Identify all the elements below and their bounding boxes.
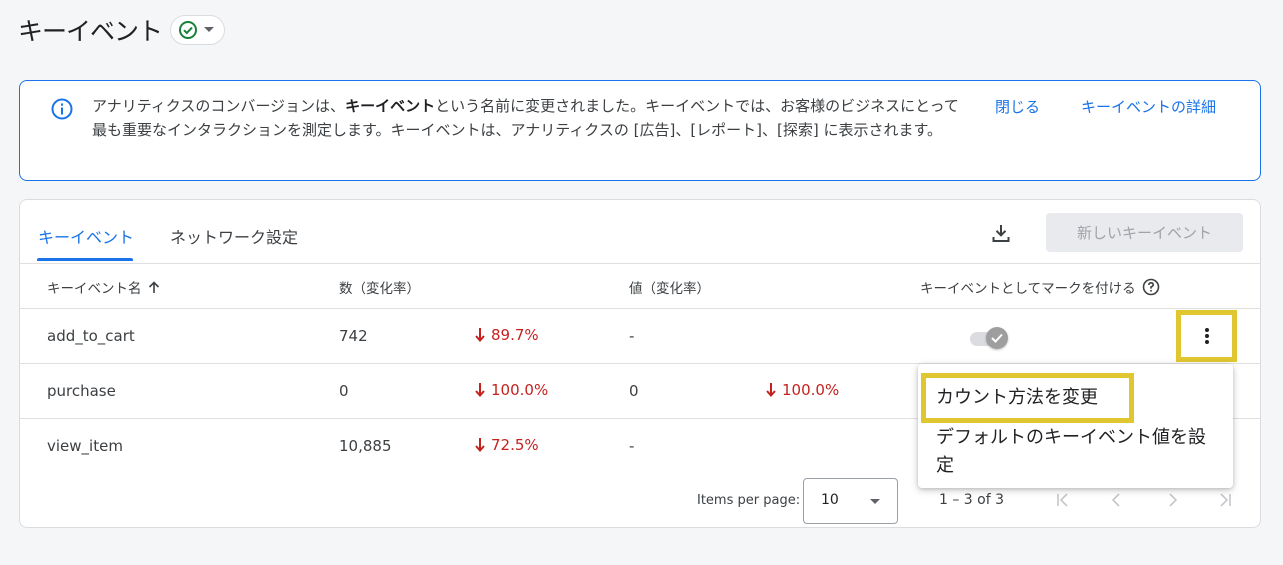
- row-count: 0: [339, 382, 349, 400]
- previous-page-button[interactable]: [1106, 489, 1128, 511]
- page-header: キーイベント: [18, 12, 226, 48]
- info-icon: [51, 98, 73, 120]
- pagination-range: 1 – 3 of 3: [939, 492, 1005, 508]
- divider: [20, 263, 1260, 264]
- status-dropdown[interactable]: [170, 15, 226, 45]
- download-button[interactable]: [988, 220, 1014, 246]
- column-header-value[interactable]: 値（変化率）: [629, 277, 710, 297]
- toggle-knob: [986, 327, 1008, 349]
- items-per-page-label: Items per page:: [697, 493, 801, 508]
- banner-close-link[interactable]: 閉じる: [995, 96, 1040, 117]
- next-page-button[interactable]: [1161, 489, 1183, 511]
- menu-item-change-counting-method[interactable]: カウント方法を変更: [936, 384, 1098, 412]
- caret-down-icon: [204, 27, 215, 32]
- row-count: 10,885: [339, 437, 392, 455]
- column-header-count[interactable]: 数（変化率）: [339, 277, 420, 297]
- tab-network-settings[interactable]: ネットワーク設定: [170, 224, 298, 248]
- row-event-name[interactable]: view_item: [47, 437, 123, 455]
- more-vert-icon: [1204, 328, 1209, 344]
- last-page-icon: [1220, 493, 1231, 507]
- menu-item-set-default-value[interactable]: デフォルトのキーイベント値を設定: [936, 424, 1216, 480]
- check-circle-icon: [179, 21, 198, 39]
- items-per-page-select[interactable]: 10: [803, 478, 898, 524]
- arrow-down-icon: [475, 383, 485, 397]
- row-count-change: 89.7%: [475, 326, 539, 344]
- column-header-mark: キーイベントとしてマークを付ける: [920, 277, 1160, 297]
- chevron-left-icon: [1111, 493, 1120, 507]
- help-icon[interactable]: [1142, 278, 1160, 296]
- caret-down-icon: [870, 499, 880, 504]
- banner-message: アナリティクスのコンバージョンは、キーイベントという名前に変更されました。キーイ…: [92, 97, 959, 139]
- row-value: -: [629, 327, 635, 345]
- first-page-button[interactable]: [1052, 489, 1074, 511]
- sort-ascending-icon: [148, 280, 159, 293]
- row-value-change: 100.0%: [766, 381, 839, 399]
- new-key-event-button[interactable]: 新しいキーイベント: [1046, 213, 1243, 252]
- last-page-button[interactable]: [1214, 489, 1236, 511]
- rename-info-banner: アナリティクスのコンバージョンは、キーイベントという名前に変更されました。キーイ…: [19, 80, 1261, 181]
- divider: [20, 308, 1260, 309]
- row-menu-button[interactable]: [1187, 321, 1226, 351]
- row-count: 742: [339, 327, 368, 345]
- check-icon: [991, 333, 1003, 343]
- arrow-down-icon: [475, 438, 485, 452]
- page-title: キーイベント: [18, 17, 163, 46]
- banner-details-link[interactable]: キーイベントの詳細: [1081, 96, 1216, 117]
- tab-key-events[interactable]: キーイベント: [38, 224, 134, 248]
- row-event-name[interactable]: purchase: [47, 382, 116, 400]
- row-count-change: 72.5%: [475, 436, 539, 454]
- download-icon: [992, 225, 1010, 242]
- arrow-down-icon: [475, 328, 485, 342]
- row-value: -: [629, 437, 635, 455]
- chevron-right-icon: [1169, 493, 1178, 507]
- first-page-icon: [1057, 493, 1068, 507]
- active-tab-indicator: [37, 258, 133, 261]
- row-value: 0: [629, 382, 639, 400]
- key-event-toggle[interactable]: [968, 326, 1010, 350]
- column-header-name[interactable]: キーイベント名: [47, 277, 160, 297]
- row-event-name[interactable]: add_to_cart: [47, 327, 135, 345]
- row-count-change: 100.0%: [475, 381, 548, 399]
- arrow-down-icon: [766, 383, 776, 397]
